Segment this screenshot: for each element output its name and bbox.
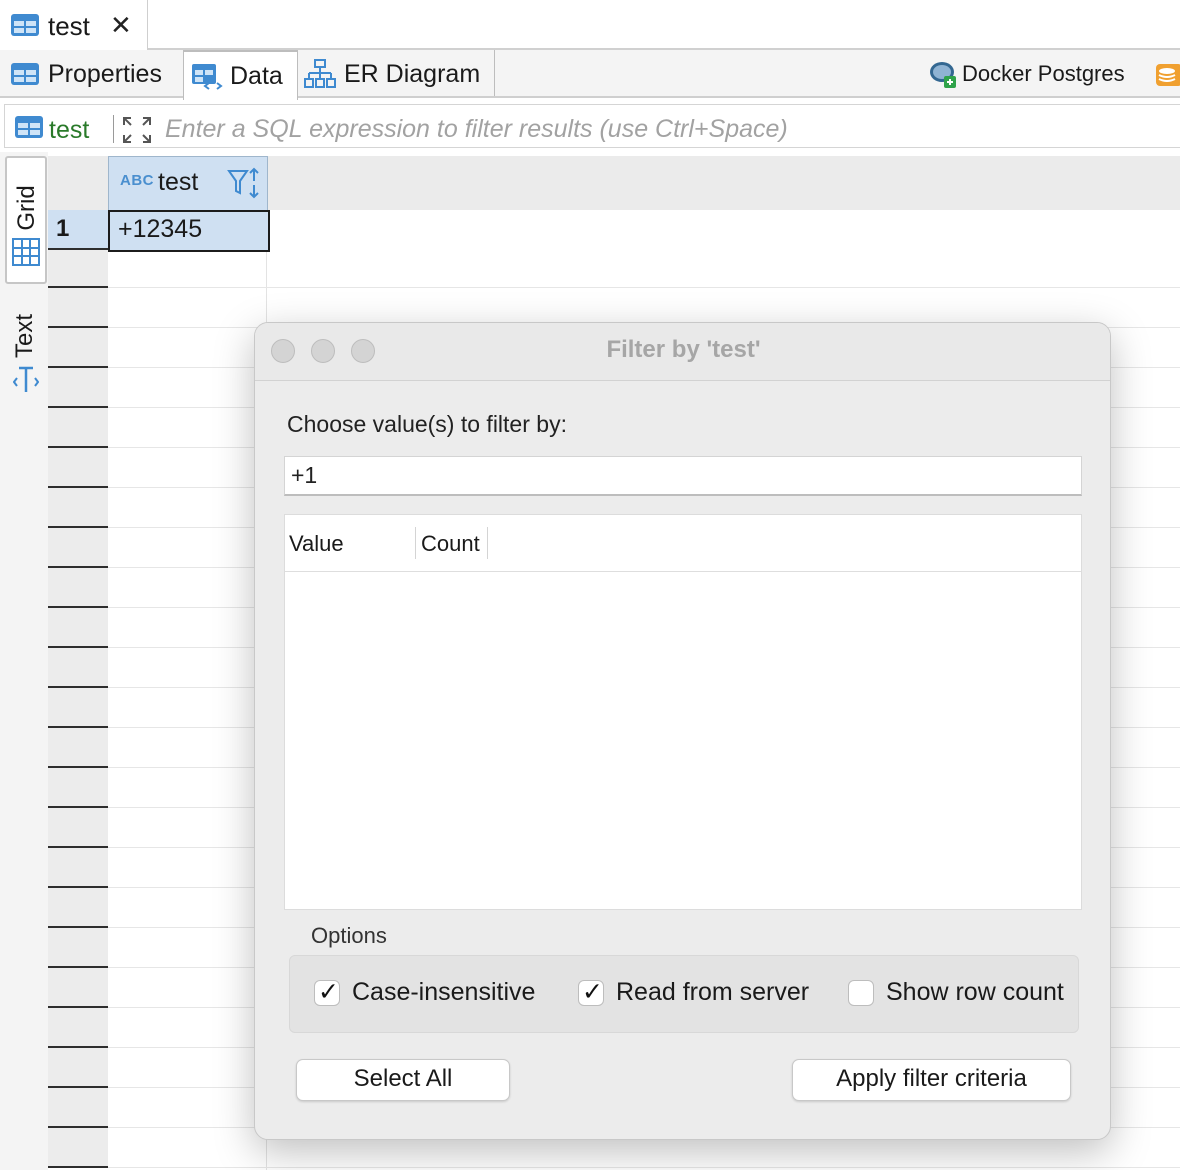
values-table[interactable]: Value Count [284,514,1082,910]
choose-values-label: Choose value(s) to filter by: [287,411,567,437]
table-icon [10,13,40,42]
dialog-titlebar: Filter by 'test' [255,323,1110,381]
row-number-cell [48,848,108,888]
row-number[interactable]: 1 [48,210,108,248]
row-number-cell [48,448,108,488]
database-icon[interactable] [1154,62,1180,88]
row-number-cell [48,608,108,648]
row-number-cell [48,1008,108,1048]
option-label: Read from server [616,978,810,1006]
dialog-title: Filter by 'test' [606,336,761,363]
checkmark-icon: ✓ [582,978,603,1006]
row-separator [108,1167,1180,1168]
grid-view-button[interactable]: Grid [5,156,47,284]
values-table-header: Value Count [285,515,1081,572]
row-number-cell [48,528,108,568]
filter-dialog: Filter by 'test' Choose value(s) to filt… [254,322,1111,1140]
row-number-cell [48,1128,108,1168]
column-header-count[interactable]: Count [421,531,480,557]
row-number-cell [48,648,108,688]
column-header-label: test [158,168,199,196]
table-icon [10,62,40,93]
options-label: Options [311,923,387,948]
filter-sort-icon[interactable] [227,167,261,204]
checkbox[interactable]: ✓ [578,978,604,1006]
row-number-cell [48,728,108,768]
select-all-button[interactable]: Select All [296,1059,510,1101]
column-header-value[interactable]: Value [289,531,344,557]
row-number-cell [48,1048,108,1088]
checkbox[interactable]: ✓ [314,978,340,1006]
tab-er-diagram[interactable]: ER Diagram [296,50,495,96]
row-number-cell [48,248,108,288]
row-number-cell [48,288,108,328]
row-number-cell [48,928,108,968]
tab-properties[interactable]: Properties [0,50,183,96]
option-label: Case-insensitive [352,978,536,1006]
tab-label: Properties [48,60,162,88]
column-header-test[interactable]: ABC test [108,156,268,212]
row-number-cell [48,328,108,368]
cell-value: +12345 [118,215,203,243]
text-label: Text [11,314,38,359]
postgres-elephant-icon [928,60,958,96]
row-number-cell [48,808,108,848]
text-view-button[interactable]: Text [5,302,43,402]
table-icon [14,115,44,144]
text-icon [12,364,40,401]
column-separator[interactable] [415,527,416,559]
sql-filter-input[interactable] [165,114,1175,144]
editor-document-tab[interactable]: test ✕ [0,0,148,50]
data-grid-icon [191,63,223,98]
close-icon[interactable]: ✕ [110,10,132,40]
divider [113,115,114,143]
row-number-cell [48,968,108,1008]
filter-table-name[interactable]: test [49,116,89,145]
row-number-cell [48,688,108,728]
tab-label: ER Diagram [344,60,481,88]
apply-filter-button[interactable]: Apply filter criteria [792,1059,1071,1101]
column-separator[interactable] [487,527,488,559]
row-number-cell [48,888,108,928]
row-separator [108,287,1180,288]
expand-icon[interactable] [122,116,152,149]
table-cell-selected[interactable]: +12345 [108,210,270,252]
tab-data[interactable]: Data [183,50,298,100]
filter-bar: test [0,100,1180,150]
options-group: ✓ Case-insensitive ✓ Read from server Sh… [289,955,1079,1033]
checkbox[interactable] [848,980,874,1006]
row-number-cell [48,408,108,448]
tab-label: Data [230,62,283,90]
row-number-label: 1 [56,215,70,242]
checkmark-icon: ✓ [318,978,339,1006]
row-number-cell [48,1088,108,1128]
er-diagram-icon [304,59,336,96]
grid-corner[interactable] [48,156,108,210]
grid-icon [12,238,40,271]
row-number-cell [48,488,108,528]
connection-label: Docker Postgres [962,61,1125,86]
option-label: Show row count [886,978,1064,1006]
string-type-icon: ABC [120,172,154,189]
row-number-cell [48,768,108,808]
row-number-cell [48,568,108,608]
presentation-switcher: Grid Text [0,152,48,1170]
document-tab-label: test [48,11,90,41]
value-search-input[interactable] [284,456,1082,496]
row-number-cell [48,368,108,408]
